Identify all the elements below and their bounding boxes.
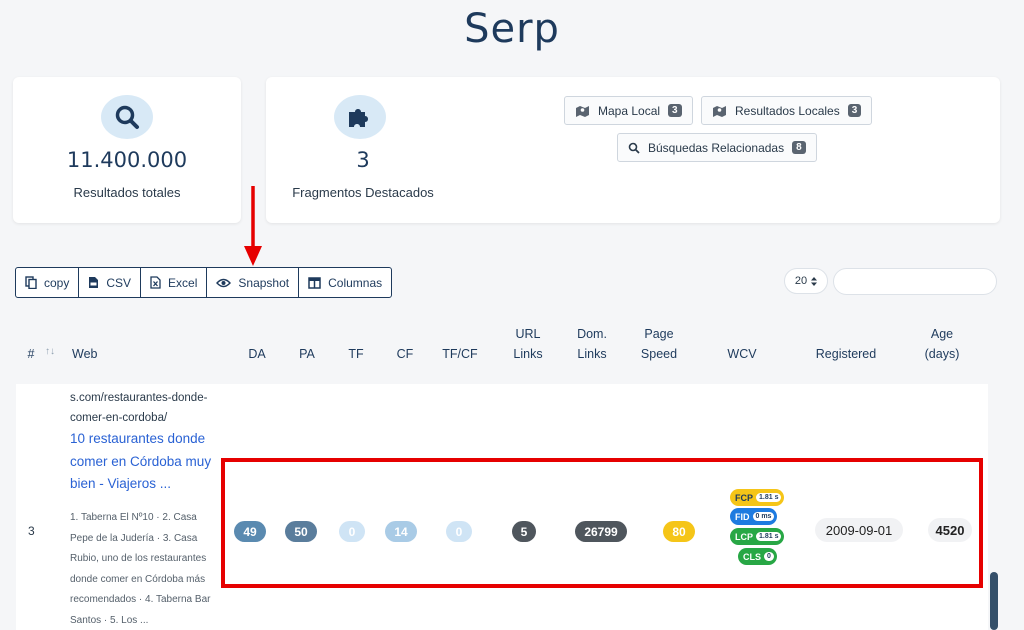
page-size-select[interactable]: 20 xyxy=(784,268,828,294)
local-results-label: Resultados Locales xyxy=(735,103,840,118)
header-dom-links[interactable]: Dom. Links xyxy=(569,324,615,364)
row-title-link[interactable]: 10 restaurantes donde comer en Córdoba m… xyxy=(70,428,220,496)
search-icon xyxy=(628,142,640,154)
total-results-card: 11.400.000 Resultados totales xyxy=(13,77,241,223)
search-icon xyxy=(101,95,153,139)
local-map-button[interactable]: Mapa Local 3 xyxy=(564,96,693,125)
header-page-speed[interactable]: Page Speed xyxy=(634,324,684,364)
row-number: 3 xyxy=(28,524,35,538)
related-searches-label: Búsquedas Relacionadas xyxy=(648,140,785,155)
excel-button[interactable]: Excel xyxy=(141,268,208,297)
map-icon xyxy=(713,105,726,117)
featured-snippets-card: 3 Fragmentos Destacados Mapa Local 3 Res… xyxy=(266,77,1000,223)
puzzle-icon xyxy=(334,95,386,139)
header-wcv[interactable]: WCV xyxy=(724,344,760,364)
header-dom-links-line1: Dom. xyxy=(577,327,607,341)
header-page-speed-line1: Page xyxy=(644,327,674,341)
featured-snippets-caption: Fragmentos Destacados xyxy=(292,185,434,200)
page-title: Serp xyxy=(464,6,560,52)
copy-icon xyxy=(25,276,37,289)
local-map-label: Mapa Local xyxy=(598,103,661,118)
total-results-value: 11.400.000 xyxy=(66,148,188,172)
copy-label: copy xyxy=(44,275,70,290)
columns-label: Columnas xyxy=(328,275,383,290)
local-results-button[interactable]: Resultados Locales 3 xyxy=(701,96,873,125)
header-age[interactable]: Age (days) xyxy=(918,324,966,364)
header-page-speed-line2: Speed xyxy=(640,347,678,361)
snapshot-label: Snapshot xyxy=(238,275,290,290)
header-dom-links-line2: Links xyxy=(577,347,607,361)
page-size-value: 20 xyxy=(794,275,808,287)
arrow-down-icon xyxy=(244,186,262,266)
csv-file-icon xyxy=(89,277,99,288)
header-tf[interactable]: TF xyxy=(342,344,370,364)
snapshot-button[interactable]: Snapshot xyxy=(207,268,300,297)
highlight-box xyxy=(221,458,983,588)
header-age-line1: Age xyxy=(930,327,954,341)
sort-icon[interactable]: ↑↓ xyxy=(42,342,58,362)
header-web[interactable]: Web xyxy=(72,344,102,364)
header-url-links-line1: URL xyxy=(515,327,541,341)
header-num[interactable]: # xyxy=(24,344,38,364)
total-results-caption: Resultados totales xyxy=(73,185,181,200)
local-results-count: 3 xyxy=(847,104,862,117)
sort-arrows-icon xyxy=(811,276,818,286)
map-icon xyxy=(576,105,589,117)
featured-snippets-value: 3 xyxy=(356,148,370,172)
table-search-input[interactable] xyxy=(833,268,997,295)
local-map-count: 3 xyxy=(668,104,682,117)
row-url: s.com/restaurantes-donde-comer-en-cordob… xyxy=(70,392,208,424)
related-searches-button[interactable]: Búsquedas Relacionadas 8 xyxy=(617,133,817,162)
header-registered[interactable]: Registered xyxy=(808,344,884,364)
header-age-line2: (days) xyxy=(924,347,960,361)
header-pa[interactable]: PA xyxy=(293,344,321,364)
header-url-links[interactable]: URL Links xyxy=(506,324,550,364)
columns-icon xyxy=(308,276,321,289)
copy-button[interactable]: copy xyxy=(16,268,80,297)
export-toolbar: copy CSV Excel Snapshot Columnas xyxy=(15,267,393,298)
eye-icon xyxy=(216,278,232,287)
related-searches-count: 8 xyxy=(792,141,806,154)
header-da[interactable]: DA xyxy=(243,344,271,364)
excel-file-icon xyxy=(150,276,161,289)
csv-button[interactable]: CSV xyxy=(79,268,142,297)
row-snippet: 1. Taberna El Nº10 · 2. Casa Pepe de la … xyxy=(70,512,211,626)
scrollbar-thumb[interactable] xyxy=(990,572,998,630)
csv-label: CSV xyxy=(106,275,132,290)
header-url-links-line2: Links xyxy=(513,347,543,361)
excel-label: Excel xyxy=(168,275,198,290)
header-tf-cf[interactable]: TF/CF xyxy=(440,344,480,364)
header-cf[interactable]: CF xyxy=(391,344,419,364)
columns-button[interactable]: Columnas xyxy=(299,268,391,297)
